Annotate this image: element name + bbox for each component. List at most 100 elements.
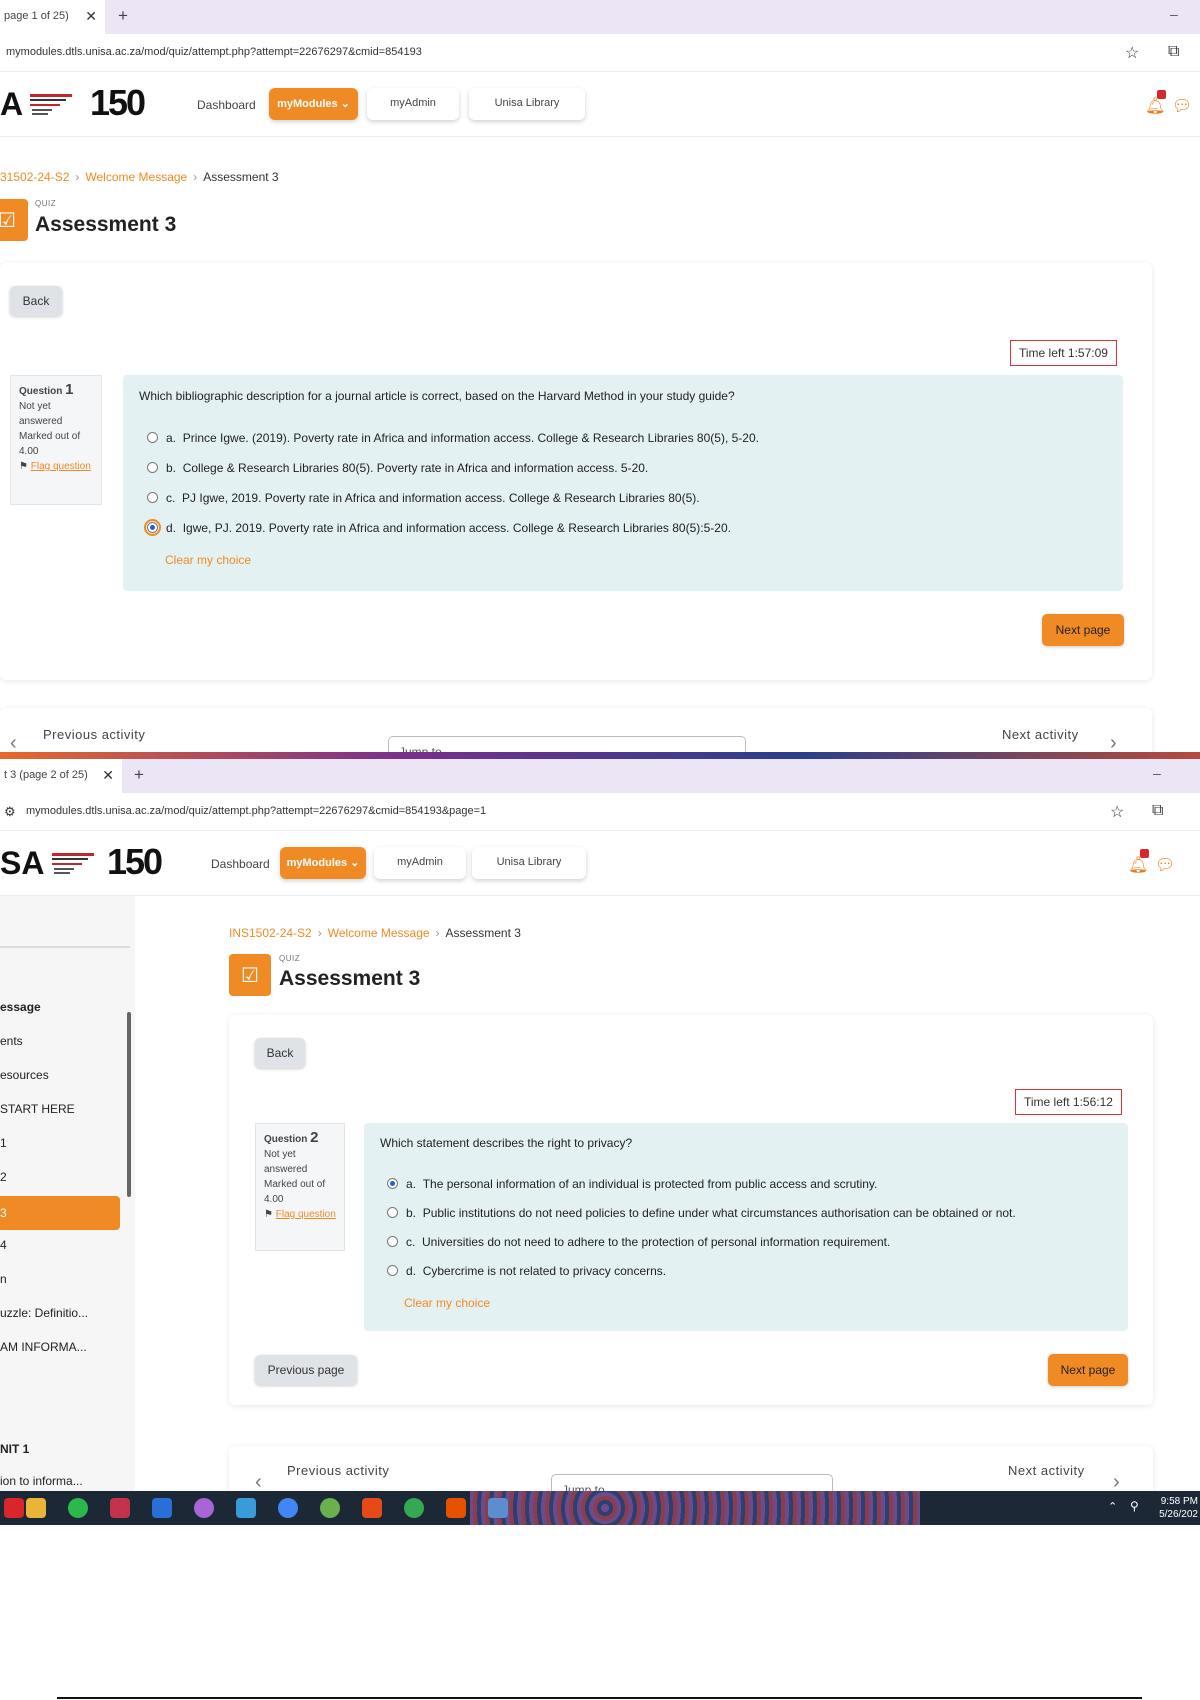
question-status: Not yet answered	[19, 401, 63, 427]
powerpoint-icon[interactable]	[110, 1498, 130, 1518]
chat-icon[interactable]: 💬︎	[1155, 855, 1175, 875]
minimize-icon[interactable]: –	[1153, 765, 1161, 781]
option-a[interactable]: a. The personal information of an indivi…	[387, 1177, 877, 1191]
nav-library-button[interactable]: Unisa Library	[469, 88, 585, 120]
sidebar-section[interactable]: NIT 1	[0, 1442, 29, 1456]
sidebar-item[interactable]: n	[0, 1272, 7, 1286]
close-icon[interactable]: ✕	[102, 767, 114, 784]
sidebar-item[interactable]: 1	[0, 1136, 7, 1150]
option-b[interactable]: b. Public institutions do not need polic…	[387, 1206, 1016, 1220]
nav-library-button[interactable]: Unisa Library	[472, 847, 586, 879]
chrome-icon[interactable]	[404, 1498, 424, 1518]
address-bar[interactable]: ⚙︎ mymodules.dtls.unisa.ac.za/mod/quiz/a…	[0, 793, 1200, 831]
sidebar-item[interactable]: 2	[0, 1170, 7, 1184]
sidebar-item[interactable]: ents	[0, 1034, 23, 1048]
breadcrumb-course[interactable]: INS1502-24-S2	[229, 926, 312, 940]
option-b[interactable]: b. College & Research Libraries 80(5). P…	[147, 461, 648, 475]
browser-tab[interactable]: page 1 of 25) ✕	[0, 0, 105, 34]
extensions-icon[interactable]: ⧉	[1168, 43, 1179, 61]
previous-activity-link[interactable]: Previous activity	[43, 727, 145, 742]
flag-question-link[interactable]: Flag question	[31, 461, 91, 472]
nav-dashboard[interactable]: Dashboard	[211, 857, 270, 871]
close-icon[interactable]: ✕	[85, 8, 97, 25]
chevron-up-icon[interactable]: ⌃	[1108, 1500, 1117, 1513]
back-button[interactable]: Back	[10, 286, 62, 316]
app-icon[interactable]	[4, 1498, 24, 1518]
option-d[interactable]: d. Cybercrime is not related to privacy …	[387, 1264, 666, 1278]
option-c[interactable]: c. PJ Igwe, 2019. Poverty rate in Africa…	[147, 491, 700, 505]
radio-a[interactable]	[387, 1178, 398, 1189]
minimize-icon[interactable]: –	[1170, 6, 1178, 22]
course-sidebar: essage ents esources START HERE 1 2 3 4 …	[0, 896, 135, 1525]
next-activity-link[interactable]: Next activity	[1002, 727, 1079, 742]
flag-question[interactable]: ⚑ Flag question	[19, 459, 93, 474]
next-page-button[interactable]: Next page	[1042, 614, 1124, 646]
question-text: Which statement describes the right to p…	[380, 1136, 633, 1150]
question-marks: Marked out of 4.00	[264, 1179, 326, 1205]
sidebar-item[interactable]: essage	[0, 1000, 41, 1014]
taskbar-clock[interactable]: 9:58 PM 5/26/202	[1150, 1495, 1198, 1521]
file-explorer-icon[interactable]	[26, 1498, 46, 1518]
sidebar-item[interactable]: START HERE	[0, 1102, 75, 1116]
option-a[interactable]: a. Prince Igwe. (2019). Poverty rate in …	[147, 431, 759, 445]
option-d[interactable]: d. Igwe, PJ. 2019. Poverty rate in Afric…	[144, 519, 731, 536]
sidebar-item[interactable]: esources	[0, 1068, 49, 1082]
chat-icon[interactable]: 💬︎	[1172, 96, 1192, 116]
new-tab-icon[interactable]: +	[118, 6, 128, 26]
star-icon[interactable]: ☆	[1110, 802, 1124, 822]
nav-myadmin-button[interactable]: myAdmin	[374, 847, 466, 879]
clear-choice-link[interactable]: Clear my choice	[165, 553, 251, 567]
new-tab-icon[interactable]: +	[134, 765, 144, 785]
flag-question[interactable]: ⚑ Flag question	[264, 1207, 336, 1222]
breadcrumb-course[interactable]: 31502-24-S2	[0, 170, 69, 184]
divider-line	[57, 1697, 1142, 1699]
clear-choice-link[interactable]: Clear my choice	[404, 1296, 490, 1310]
bell-icon[interactable]: 🔔︎	[1145, 96, 1165, 116]
question-number: 1	[65, 381, 74, 398]
back-button[interactable]: Back	[255, 1038, 305, 1068]
browser-tab[interactable]: t 3 (page 2 of 25) ✕	[0, 759, 122, 793]
nav-mymodules-button[interactable]: myModules ⌄	[280, 847, 366, 879]
nav-mymodules-button[interactable]: myModules ⌄	[269, 88, 358, 120]
next-page-button[interactable]: Next page	[1048, 1354, 1128, 1386]
radio-d[interactable]	[387, 1265, 398, 1276]
address-bar[interactable]: mymodules.dtls.unisa.ac.za/mod/quiz/atte…	[0, 34, 1200, 72]
brave-icon[interactable]	[362, 1498, 382, 1518]
next-activity-link[interactable]: Next activity	[1008, 1463, 1085, 1478]
app-icon[interactable]	[446, 1498, 466, 1518]
bell-icon[interactable]: 🔔︎	[1128, 855, 1148, 875]
flag-question-link[interactable]: Flag question	[276, 1209, 336, 1220]
star-icon[interactable]: ☆	[1125, 43, 1139, 63]
previous-activity-link[interactable]: Previous activity	[287, 1463, 389, 1478]
app-icon[interactable]	[194, 1498, 214, 1518]
radio-a[interactable]	[147, 432, 158, 443]
radio-c[interactable]	[147, 492, 158, 503]
radio-d[interactable]	[144, 519, 161, 536]
chrome-icon[interactable]	[278, 1498, 298, 1518]
sidebar-item[interactable]: AM INFORMA...	[0, 1340, 87, 1354]
sidebar-scrollbar[interactable]	[127, 1012, 131, 1197]
photos-icon[interactable]	[152, 1498, 172, 1518]
radio-c[interactable]	[387, 1236, 398, 1247]
breadcrumb-welcome[interactable]: Welcome Message	[85, 170, 187, 184]
whatsapp-icon[interactable]	[68, 1498, 88, 1518]
nav-myadmin-button[interactable]: myAdmin	[367, 88, 459, 120]
app-icon[interactable]	[320, 1498, 340, 1518]
sidebar-item[interactable]: ion to informa...	[0, 1474, 83, 1488]
nav-dashboard[interactable]: Dashboard	[197, 98, 256, 112]
radio-b[interactable]	[387, 1207, 398, 1218]
option-c[interactable]: c. Universities do not need to adhere to…	[387, 1235, 890, 1249]
radio-b[interactable]	[147, 462, 158, 473]
store-icon[interactable]	[236, 1498, 256, 1518]
network-icon[interactable]: ⚲	[1130, 1499, 1139, 1513]
previous-page-button[interactable]: Previous page	[255, 1355, 357, 1385]
extensions-icon[interactable]: ⧉	[1152, 802, 1163, 820]
sidebar-item-active[interactable]: 3	[0, 1196, 120, 1230]
clock-date: 5/26/202	[1159, 1509, 1198, 1520]
site-settings-icon[interactable]: ⚙︎	[4, 804, 16, 820]
breadcrumb-welcome[interactable]: Welcome Message	[328, 926, 430, 940]
question-label: Question	[19, 386, 63, 397]
sidebar-item[interactable]: 4	[0, 1238, 7, 1252]
sidebar-item[interactable]: uzzle: Definitio...	[0, 1306, 88, 1320]
app-icon[interactable]	[488, 1498, 508, 1518]
